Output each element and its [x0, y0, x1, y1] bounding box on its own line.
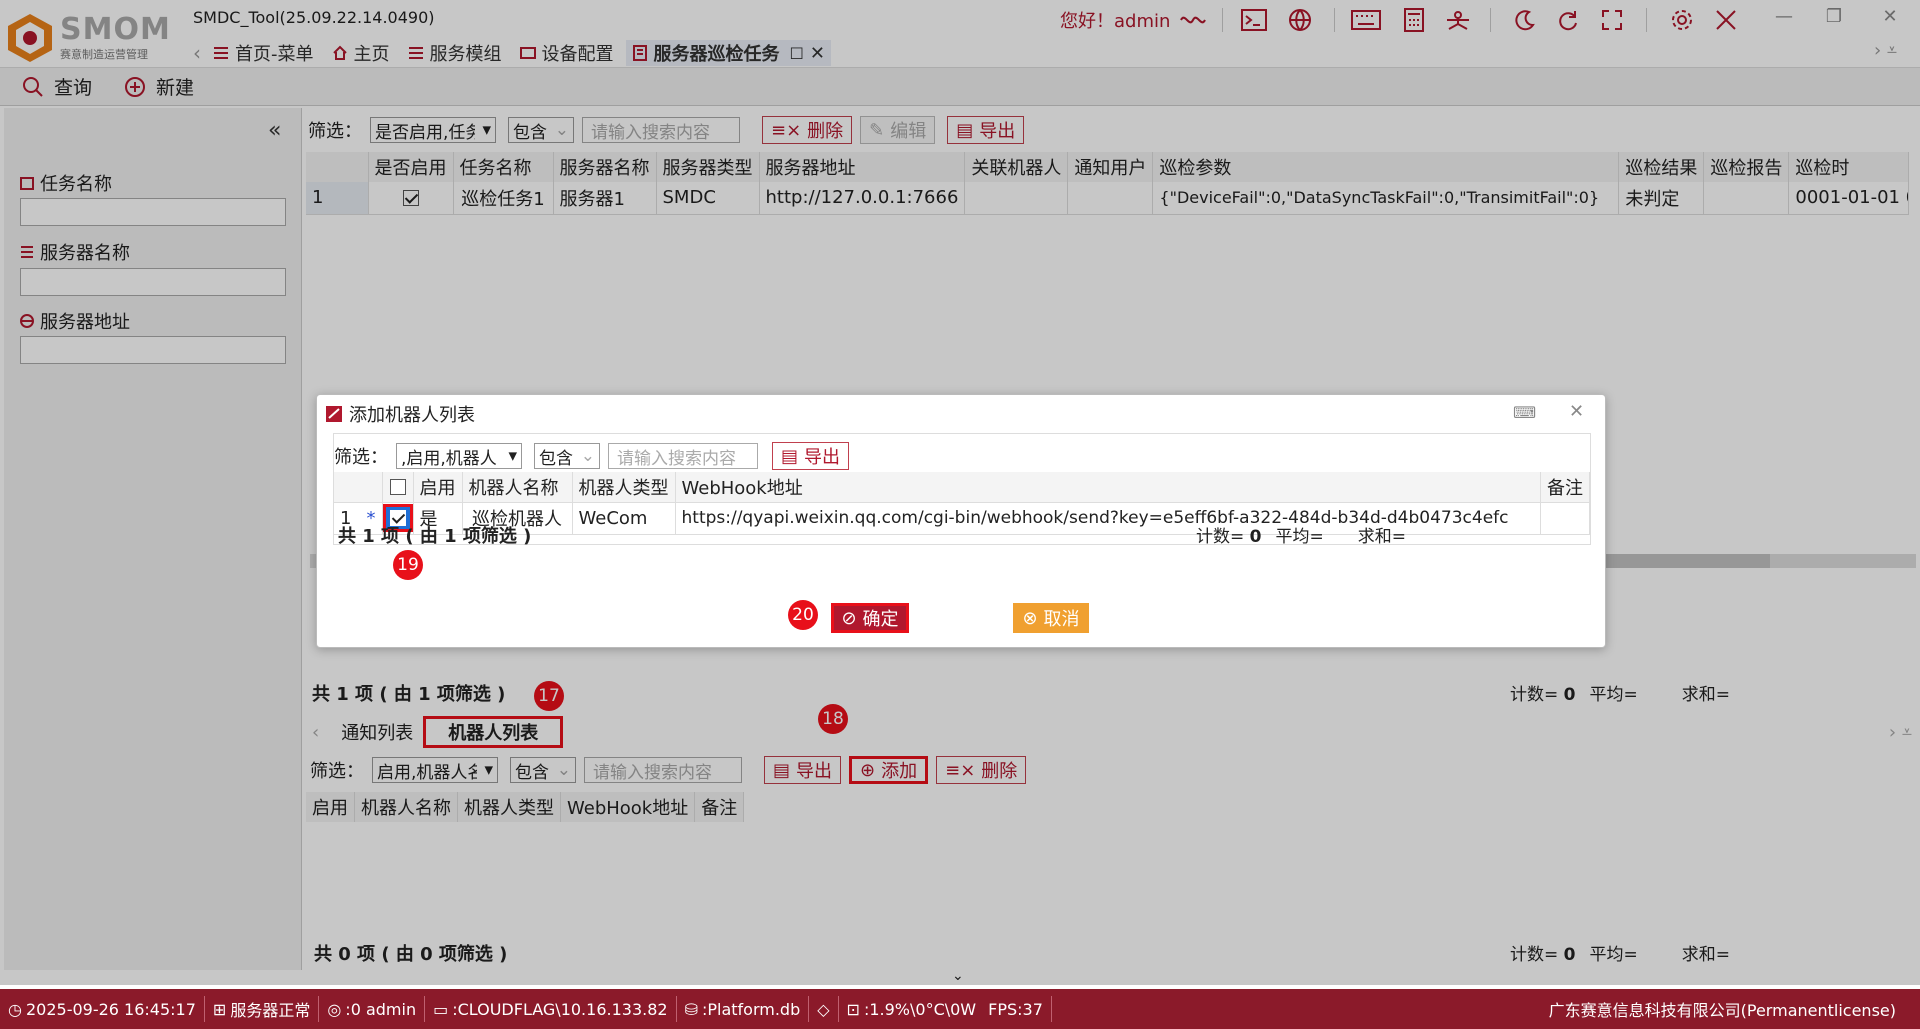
filter-op-value: 包含 — [539, 448, 573, 469]
robot-type-cell: WeCom — [572, 502, 676, 534]
col-webhook[interactable]: WebHook地址 — [675, 472, 1541, 502]
filter-field-value: ,启用,机器人 — [401, 448, 497, 469]
tag-icon: ◇ — [817, 999, 830, 1019]
dialog-table-header: 启用 机器人名称 机器人类型 WebHook地址 备注 — [334, 472, 1590, 502]
dialog-filter-field-select[interactable]: ,启用,机器人 ▾ — [396, 443, 522, 469]
dialog-close-icon[interactable]: ✕ — [1569, 401, 1584, 422]
fps-text: FPS:37 — [988, 999, 1043, 1019]
confirm-label: 确定 — [862, 609, 899, 630]
status-company: 广东赛意信息科技有限公司(Permanentlicense) — [1548, 1001, 1896, 1020]
user-text: :0 admin — [345, 999, 417, 1019]
status-machine: ▭:CLOUDFLAG\10.16.133.82 — [425, 996, 677, 1022]
confirm-button[interactable]: ⊘ 确定 — [831, 603, 909, 633]
col-note[interactable]: 备注 — [1540, 472, 1590, 502]
step-badge: 20 — [788, 600, 818, 630]
keyboard-icon[interactable]: ⌨ — [1513, 403, 1536, 422]
server-status-text: 服务器正常 — [230, 1001, 311, 1020]
filter-label: 筛选： — [334, 447, 388, 468]
dialog-stats: 计数= 0 平均= 求和= — [1196, 522, 1406, 547]
server-status-icon: ⊞ — [212, 999, 227, 1019]
status-bar: ◷ 2025-09-26 16:45:17 ⊞ 服务器正常 ◎:0 admin ▭:… — [0, 989, 1920, 1029]
select-all-checkbox[interactable] — [389, 479, 406, 496]
cancel-button[interactable]: ⊗ 取消 — [1013, 603, 1089, 633]
dialog-search-input[interactable]: 请输入搜索内容 — [608, 443, 758, 469]
db-text: :Platform.db — [701, 999, 801, 1019]
row-header — [334, 472, 383, 502]
sum-label: 求和= — [1357, 527, 1406, 547]
computer-icon: ▭ — [433, 999, 449, 1019]
status-user: ◎:0 admin — [319, 996, 426, 1022]
col-robot-name[interactable]: 机器人名称 — [462, 472, 573, 502]
status-tag: ◇ — [809, 996, 839, 1022]
check-circle-icon: ⊘ — [841, 607, 857, 629]
add-robot-dialog: 添加机器人列表 ⌨ ✕ 筛选： ,启用,机器人 ▾ 包含 ⌄ 请输入搜索内容 ▤ 导出… — [316, 394, 1606, 648]
machine-text: :CLOUDFLAG\10.16.133.82 — [452, 999, 668, 1019]
dialog-title-bar: 添加机器人列表 — [325, 401, 475, 427]
status-db: ⛁:Platform.db — [677, 996, 810, 1022]
note-cell — [1540, 502, 1590, 534]
export-label: 导出 — [804, 447, 841, 468]
dialog-export-button[interactable]: ▤ 导出 — [772, 442, 850, 470]
user-icon: ◎ — [327, 999, 342, 1019]
status-datetime: ◷ 2025-09-26 16:45:17 — [0, 996, 205, 1022]
status-perf: ⊡:1.9%\0°C\0W FPS:37 — [839, 996, 1052, 1022]
cancel-label: 取消 — [1043, 609, 1080, 630]
search-placeholder: 请输入搜索内容 — [617, 448, 736, 469]
dialog-title: 添加机器人列表 — [349, 405, 475, 426]
clock-icon: ◷ — [8, 999, 22, 1019]
dialog-summary: 共 1 项 ( 由 1 项筛选 ) — [338, 526, 532, 547]
dropdown-icon: ▾ — [508, 446, 517, 466]
dialog-content: 筛选： ,启用,机器人 ▾ 包含 ⌄ 请输入搜索内容 ▤ 导出 启用 机器人名称 机器… — [333, 433, 1591, 547]
perf-text: :1.9%\0°C\0W — [863, 999, 977, 1019]
count-label: 计数= — [1196, 527, 1245, 547]
export-icon: ▤ — [781, 445, 799, 467]
webhook-cell: https://qyapi.weixin.qq.com/cgi-bin/webh… — [675, 502, 1541, 534]
app-icon — [326, 406, 342, 422]
database-icon: ⛁ — [684, 999, 698, 1019]
chip-icon: ⊡ — [846, 999, 860, 1019]
datetime-text: 2025-09-26 16:45:17 — [25, 999, 196, 1019]
col-enabled[interactable]: 启用 — [413, 472, 463, 502]
cancel-circle-icon: ⊗ — [1022, 607, 1038, 629]
dialog-filter-op-select[interactable]: 包含 ⌄ — [534, 443, 600, 469]
chevron-down-icon: ⌄ — [580, 446, 595, 466]
col-robot-type[interactable]: 机器人类型 — [572, 472, 676, 502]
count-value: 0 — [1249, 527, 1262, 547]
avg-label: 平均= — [1275, 527, 1324, 547]
select-all-cell[interactable] — [382, 472, 414, 502]
dialog-filter-bar: 筛选： ,启用,机器人 ▾ 包含 ⌄ 请输入搜索内容 ▤ 导出 — [334, 442, 850, 470]
step-badge: 19 — [393, 550, 423, 580]
status-server: ⊞ 服务器正常 — [205, 996, 320, 1022]
